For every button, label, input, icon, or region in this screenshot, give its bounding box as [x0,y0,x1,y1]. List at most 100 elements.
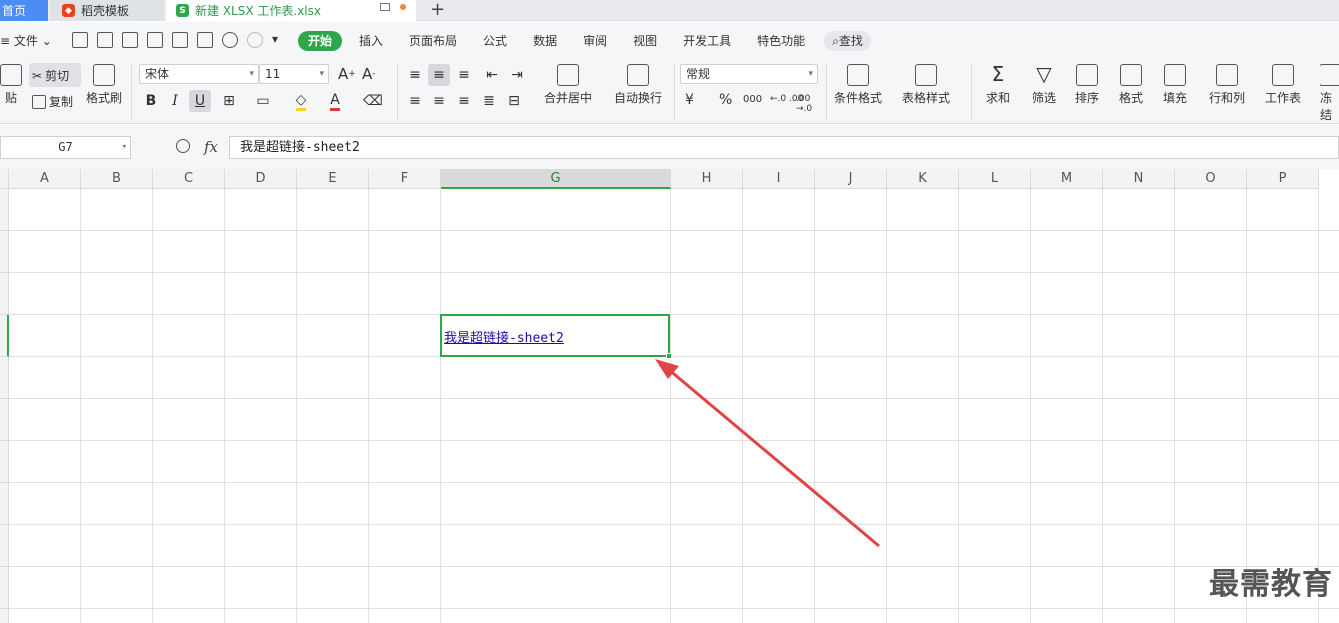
font-grow-button[interactable]: A + [338,65,356,83]
menu-tab-features[interactable]: 特色功能 [744,31,818,51]
copy-label: 复制 [49,95,74,109]
merge-center-button[interactable]: 合并居中 [544,64,592,106]
row-col-label: 行和列 [1209,91,1246,105]
tab-template[interactable]: ◆ 稻壳模板 [50,0,164,21]
redo-icon[interactable] [247,32,263,48]
ribbon-separator [674,64,675,120]
open-folder-icon[interactable] [72,32,88,48]
decrease-indent-button[interactable]: ⇤ [481,64,503,86]
menu-tab-home[interactable]: 开始 [298,31,343,51]
border-icon: ⊞ [223,93,235,109]
tab-file[interactable]: S 新建 XLSX 工作表.xlsx [166,0,416,21]
align-bottom-button[interactable]: ≡ [453,64,475,86]
cut-button[interactable]: ✂ 剪切 [32,67,69,84]
auto-wrap-button[interactable]: 自动换行 [614,64,662,106]
worksheet-label: 工作表 [1265,91,1302,105]
thousands-button[interactable]: 000 [743,94,762,105]
font-grow-icon: A [338,65,349,83]
menu-tab-developer[interactable]: 开发工具 [670,31,744,51]
cell-style-button[interactable]: ▭ [252,90,274,112]
align-left-button[interactable]: ≡ [404,90,426,112]
scissors-icon: ✂ [32,68,43,83]
align-middle-icon: ≡ [433,67,445,83]
search-box[interactable]: ⌕查找 [824,31,871,51]
freeze-button[interactable]: 冻结 [1320,64,1339,123]
format-painter-button[interactable]: 格式刷 [86,64,122,106]
export-icon[interactable] [122,32,138,48]
file-menu[interactable]: ≡ 文件 ⌄ [0,32,52,49]
clear-button[interactable]: ⌫ [362,90,384,112]
daoke-logo-icon: ◆ [62,4,75,17]
fill-label: 填充 [1163,91,1188,105]
worksheet-button[interactable]: 工作表 [1265,64,1301,106]
distribute-button[interactable]: ⊟ [503,90,525,112]
table-style-button[interactable]: 表格样式 [902,64,950,106]
fx-icon[interactable]: fx [204,138,218,156]
increase-indent-button[interactable]: ⇥ [506,64,528,86]
bold-button[interactable]: B [140,90,162,112]
formula-input[interactable]: 我是超链接-sheet2 [229,136,1339,159]
justify-button[interactable]: ≣ [478,90,500,112]
number-format-select[interactable]: 常规 [680,64,818,84]
distribute-icon: ⊟ [508,93,520,109]
zoom-icon[interactable] [176,139,190,153]
border-button[interactable]: ⊞ [218,90,240,112]
add-tab-button[interactable]: + [430,0,445,20]
align-middle-button[interactable]: ≡ [428,64,450,86]
align-top-button[interactable]: ≡ [404,64,426,86]
monitor-icon[interactable] [380,3,390,11]
row-col-icon [1216,64,1238,86]
sort-button[interactable]: 排序 [1075,64,1099,106]
fill-color-button[interactable]: ◇ [290,90,312,112]
currency-button[interactable]: ¥ [685,92,694,108]
tab-home[interactable]: 首页 [0,0,48,21]
copy-button[interactable]: 复制 [32,93,73,110]
menu-tab-view[interactable]: 视图 [620,31,670,51]
customize-arrow-icon[interactable]: ▾ [272,32,288,48]
search-label: 查找 [838,34,863,48]
filter-button[interactable]: ▽ 筛选 [1032,64,1056,106]
ribbon-separator [131,64,132,120]
format-button[interactable]: 格式 [1119,64,1143,106]
row-col-button[interactable]: 行和列 [1209,64,1245,106]
undo-icon[interactable] [222,32,238,48]
chevron-down-icon: ⌄ [37,34,52,48]
sum-button[interactable]: Σ 求和 [986,64,1010,106]
decrease-decimal-button[interactable]: .00 →.0 [796,94,818,114]
format-painter-label: 格式刷 [86,91,123,105]
align-right-button[interactable]: ≡ [453,90,475,112]
paste-button[interactable]: 贴 [0,64,22,106]
italic-button[interactable]: I [164,90,186,112]
filter-label: 筛选 [1032,91,1057,105]
spreadsheet-grid[interactable]: ABCDEFGHIJKLMNOP 我是超链接-sheet2 最需教育 [0,169,1339,623]
font-name-select[interactable]: 宋体 [139,64,259,84]
find-preview-icon[interactable] [197,32,213,48]
copy-icon [32,94,46,109]
conditional-format-button[interactable]: 条件格式 [834,64,882,106]
menu-tab-formula[interactable]: 公式 [470,31,520,51]
font-shrink-button[interactable]: A- [362,65,376,83]
underline-button[interactable]: U [189,90,211,112]
menu-tab-page-layout[interactable]: 页面布局 [396,31,470,51]
font-color-button[interactable]: A [324,90,346,112]
freeze-label: 冻结 [1320,91,1333,122]
menu-tab-data[interactable]: 数据 [520,31,570,51]
tab-file-label: 新建 XLSX 工作表.xlsx [195,4,321,18]
paste-icon [0,64,22,86]
menu-tab-review[interactable]: 审阅 [570,31,620,51]
name-box[interactable]: G7 ▾ [0,136,131,159]
align-center-button[interactable]: ≡ [428,90,450,112]
brush-icon [93,64,115,86]
print-preview-icon[interactable] [172,32,188,48]
align-left-icon: ≡ [409,93,421,109]
font-size-select[interactable]: 11 [259,64,329,84]
ribbon-separator [971,64,972,120]
format-label: 格式 [1119,91,1144,105]
paste-label: 贴 [4,91,17,105]
menu-tab-insert[interactable]: 插入 [346,31,396,51]
print-icon[interactable] [147,32,163,48]
save-icon[interactable] [97,32,113,48]
format-icon [1120,64,1142,86]
percent-button[interactable]: % [719,92,732,108]
fill-button[interactable]: 填充 [1163,64,1187,106]
